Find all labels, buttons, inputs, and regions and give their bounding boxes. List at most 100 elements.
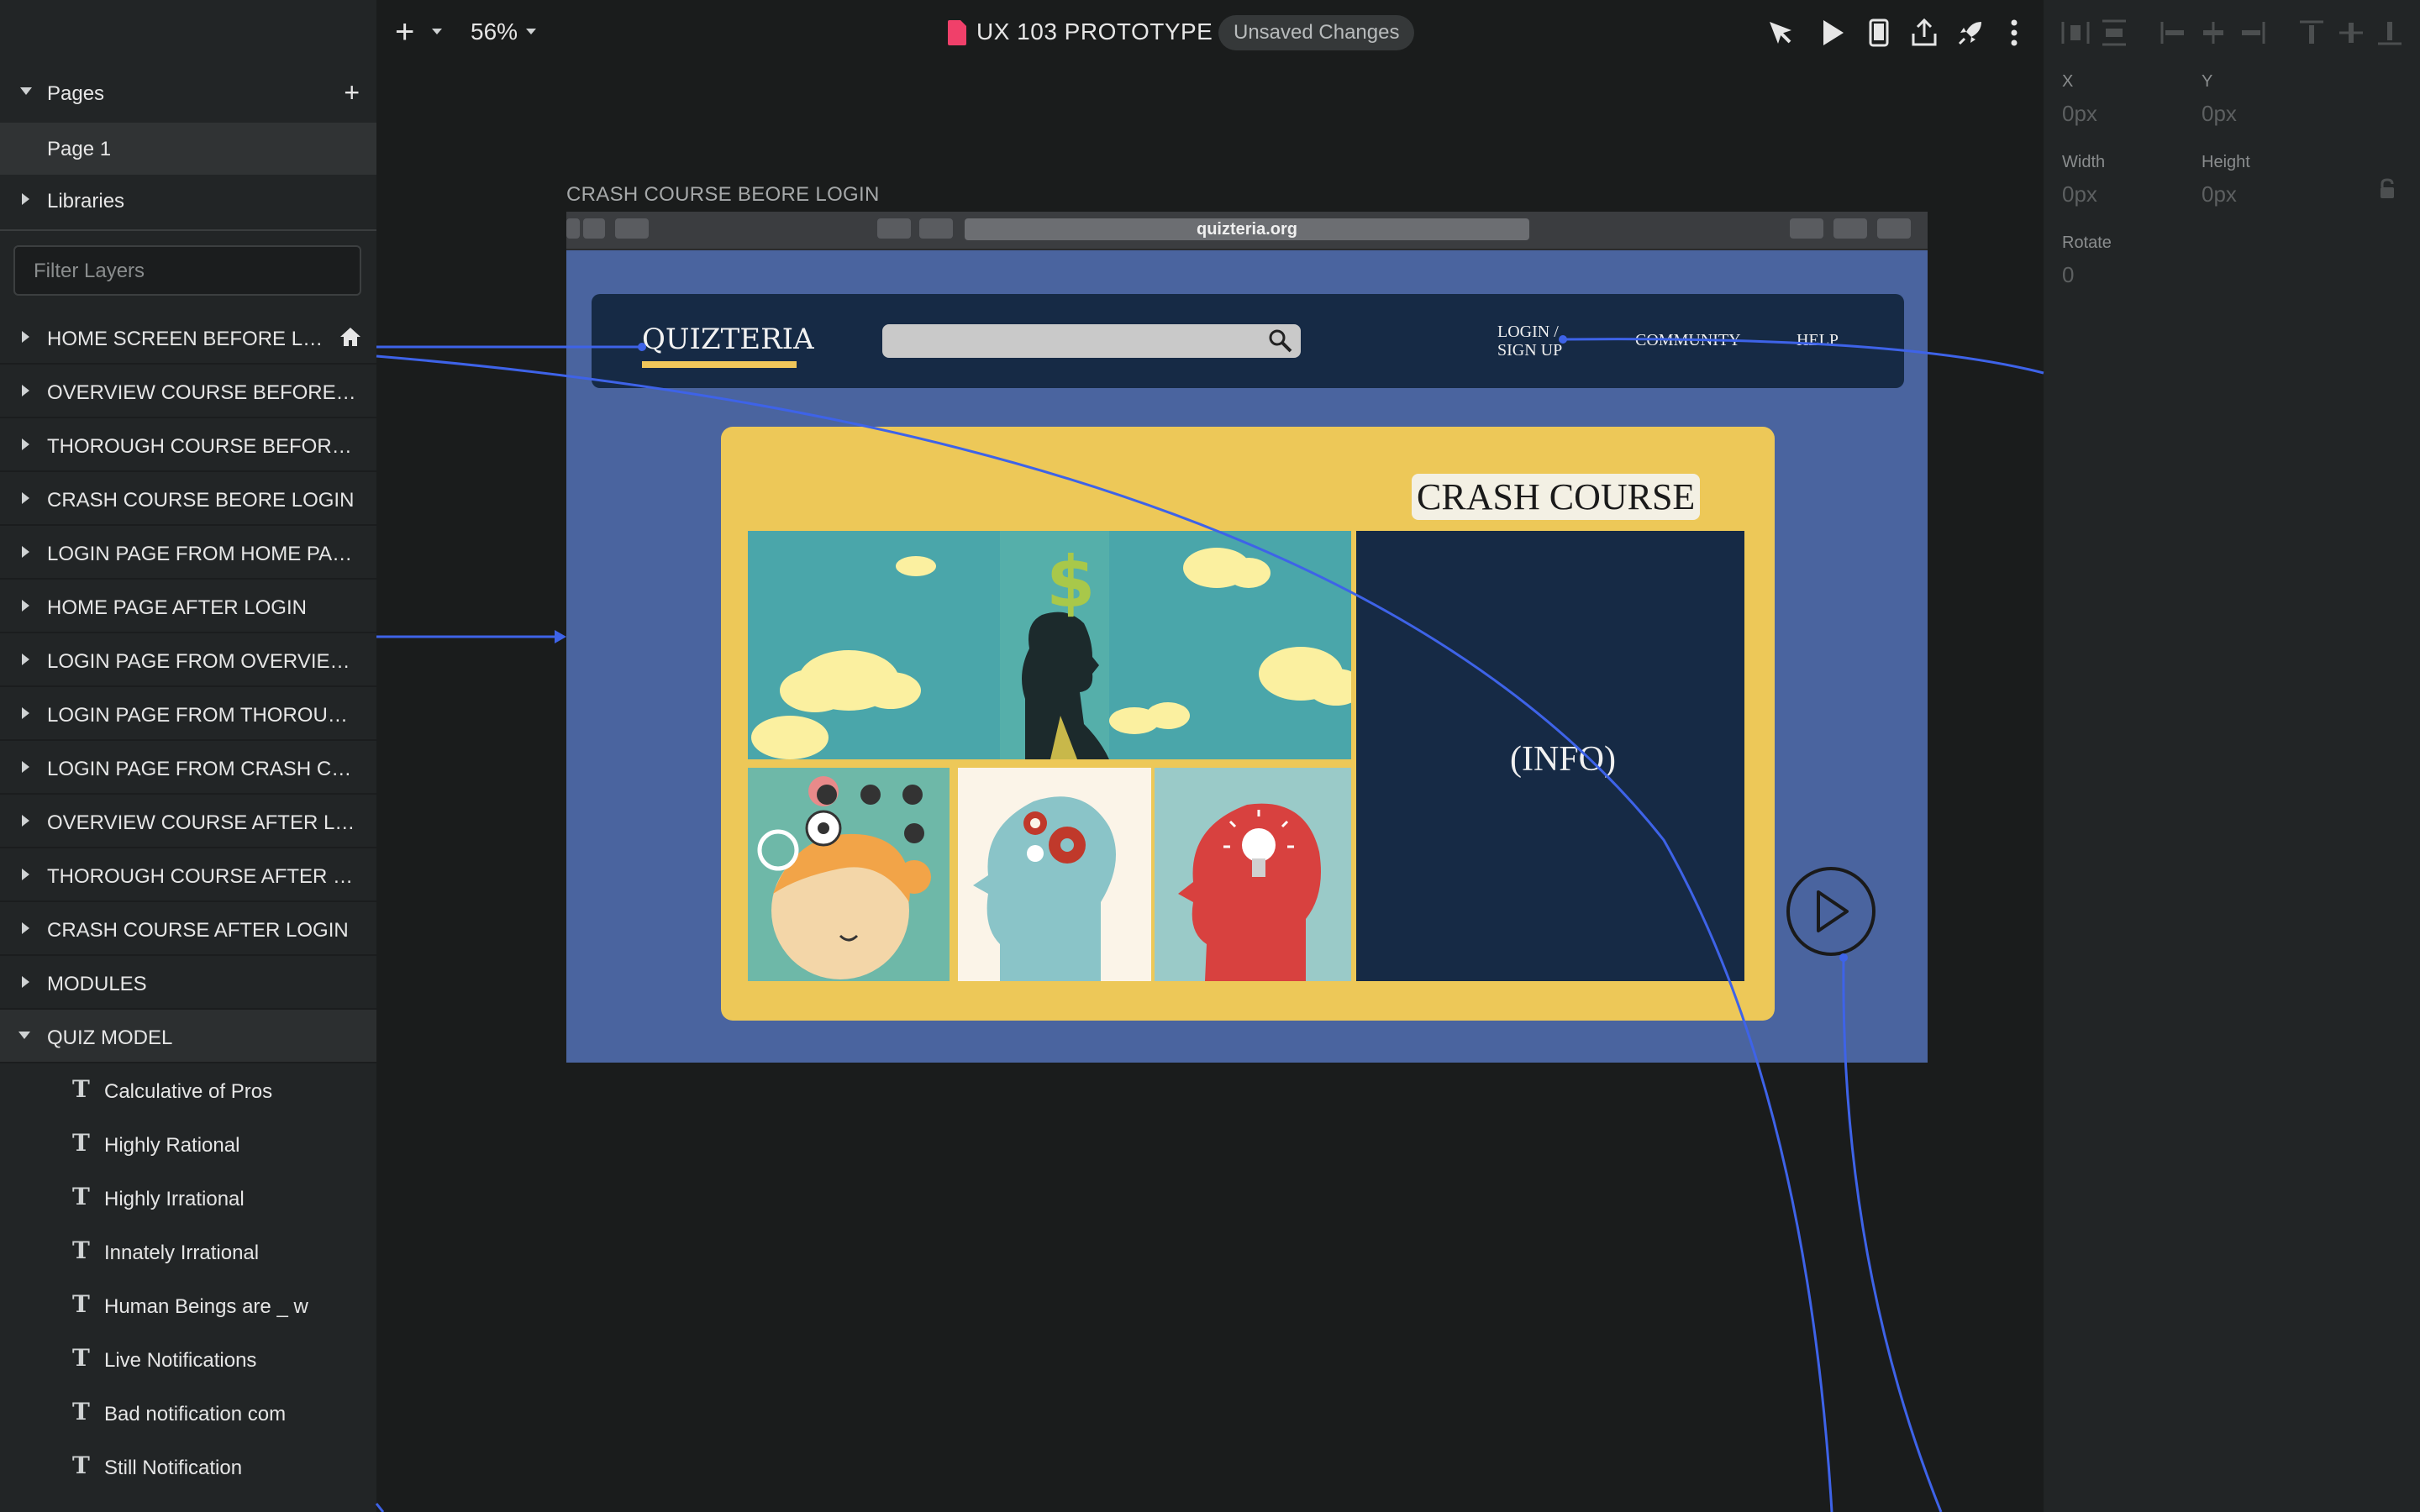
distribute-horizontal-icon[interactable] bbox=[2060, 18, 2091, 47]
artboard[interactable]: quizteria.org QUIZTERIA LOGIN / SIGN UP … bbox=[566, 212, 1928, 1063]
text-layer-label: Highly Irrational bbox=[104, 1188, 245, 1210]
text-layer-item[interactable]: T Highly Irrational bbox=[0, 1171, 376, 1225]
lock-icon[interactable] bbox=[2378, 178, 2396, 200]
layer-item[interactable]: HOME SCREEN BEFORE LOGIN bbox=[0, 311, 376, 365]
text-layer-item[interactable]: T Calculative of Pros bbox=[0, 1063, 376, 1117]
height-input[interactable]: 0px bbox=[2202, 181, 2237, 207]
share-upload-icon[interactable] bbox=[1911, 18, 1938, 47]
layer-label: QUIZ MODEL bbox=[47, 1026, 173, 1049]
align-right-icon[interactable] bbox=[2237, 18, 2267, 47]
text-layer-item[interactable]: T Live Notifications bbox=[0, 1332, 376, 1386]
layer-item[interactable]: LOGIN PAGE FROM CRASH COURSE bbox=[0, 741, 376, 795]
site-search-bar[interactable] bbox=[882, 324, 1301, 358]
text-layer-label: Bad notification com bbox=[104, 1403, 287, 1425]
add-page-button[interactable]: + bbox=[344, 79, 360, 106]
site-logo[interactable]: QUIZTERIA bbox=[642, 323, 814, 356]
layer-item[interactable]: LOGIN PAGE FROM HOME PAGE bbox=[0, 526, 376, 580]
expand-caret-icon[interactable] bbox=[22, 600, 30, 612]
cursor-arrow-icon[interactable] bbox=[1766, 18, 1795, 47]
text-layer-icon: T bbox=[72, 1290, 90, 1318]
pages-section-header[interactable]: Pages + bbox=[0, 72, 376, 114]
more-options-icon[interactable] bbox=[2010, 18, 2018, 47]
text-layer-item[interactable]: T Highly Rational bbox=[0, 1117, 376, 1171]
logo-underline bbox=[642, 361, 797, 368]
text-layer-label: Calculative of Pros bbox=[104, 1080, 273, 1103]
layer-item[interactable]: LOGIN PAGE FROM THOROUGH COURSE bbox=[0, 687, 376, 741]
expand-caret-icon[interactable] bbox=[22, 331, 30, 343]
distribute-vertical-icon[interactable] bbox=[2099, 18, 2129, 47]
y-input[interactable]: 0px bbox=[2202, 101, 2237, 127]
sidebar-toggle-icon bbox=[615, 218, 649, 239]
pages-header-label: Pages bbox=[47, 82, 105, 105]
text-layer-icon: T bbox=[72, 1183, 90, 1210]
expand-caret-icon[interactable] bbox=[22, 492, 30, 504]
expand-caret-icon[interactable] bbox=[22, 385, 30, 396]
align-bottom-icon[interactable] bbox=[2375, 18, 2405, 47]
text-layer-item[interactable]: T Bad notification com bbox=[0, 1386, 376, 1440]
filter-layers-field[interactable] bbox=[13, 245, 361, 296]
login-link-line2: SIGN UP bbox=[1497, 341, 1563, 360]
text-layer-item[interactable]: T Human Beings are _ w bbox=[0, 1278, 376, 1332]
text-layer-item[interactable]: T Innately Irrational bbox=[0, 1225, 376, 1278]
rocket-publish-icon[interactable] bbox=[1956, 18, 1985, 47]
layer-item[interactable]: LOGIN PAGE FROM OVERVIEW COURSE bbox=[0, 633, 376, 687]
libraries-section[interactable]: Libraries bbox=[0, 178, 376, 225]
layer-item[interactable]: OVERVIEW COURSE AFTER LOGIN bbox=[0, 795, 376, 848]
expand-caret-icon[interactable] bbox=[22, 654, 30, 665]
add-element-button[interactable]: + bbox=[395, 15, 414, 49]
width-input[interactable]: 0px bbox=[2062, 181, 2097, 207]
extension-icon bbox=[919, 218, 953, 239]
crash-course-card: CRASH COURSE $ (INFO) bbox=[721, 427, 1775, 1021]
text-layer-label: Innately Irrational bbox=[104, 1242, 260, 1264]
save-status-badge: Unsaved Changes bbox=[1218, 15, 1415, 50]
zoom-level[interactable]: 56% bbox=[471, 18, 518, 45]
play-video-button[interactable] bbox=[1786, 867, 1876, 956]
align-center-icon[interactable] bbox=[2198, 18, 2228, 47]
expand-caret-icon[interactable] bbox=[22, 869, 30, 880]
layer-item[interactable]: MODULES bbox=[0, 956, 376, 1010]
expand-caret-icon[interactable] bbox=[22, 546, 30, 558]
layer-label: LOGIN PAGE FROM HOME PAGE bbox=[47, 543, 358, 565]
back-button bbox=[566, 218, 580, 239]
login-signup-link[interactable]: LOGIN / SIGN UP bbox=[1497, 323, 1562, 360]
expand-caret-icon[interactable] bbox=[22, 815, 30, 827]
device-preview-icon[interactable] bbox=[1869, 18, 1889, 47]
help-link[interactable]: HELP bbox=[1797, 331, 1839, 349]
expand-caret-icon[interactable] bbox=[22, 707, 30, 719]
expand-caret-icon[interactable] bbox=[22, 976, 30, 988]
layer-item[interactable]: OVERVIEW COURSE BEFORE LOGIN bbox=[0, 365, 376, 418]
expand-caret-icon[interactable] bbox=[22, 922, 30, 934]
filter-layers-input[interactable] bbox=[32, 259, 355, 284]
layer-item[interactable]: CRASH COURSE AFTER LOGIN bbox=[0, 902, 376, 956]
expand-caret-icon[interactable] bbox=[22, 761, 30, 773]
play-icon[interactable] bbox=[1820, 18, 1845, 47]
artboard-title[interactable]: CRASH COURSE BEORE LOGIN bbox=[566, 183, 880, 207]
layer-item[interactable]: CRASH COURSE BEORE LOGIN bbox=[0, 472, 376, 526]
browser-url-bar: quizteria.org bbox=[965, 218, 1529, 240]
info-text: (INFO) bbox=[1510, 740, 1616, 779]
document-title[interactable]: UX 103 PROTOTYPE bbox=[976, 18, 1213, 45]
community-link[interactable]: COMMUNITY bbox=[1635, 331, 1741, 349]
align-middle-icon[interactable] bbox=[2336, 18, 2366, 47]
expand-caret-icon[interactable] bbox=[22, 193, 30, 205]
align-top-icon[interactable] bbox=[2296, 18, 2327, 47]
align-left-icon[interactable] bbox=[2159, 18, 2189, 47]
expand-caret-icon[interactable] bbox=[22, 438, 30, 450]
layer-item-expanded[interactable]: QUIZ MODEL bbox=[0, 1010, 376, 1063]
text-layer-icon: T bbox=[72, 1452, 90, 1479]
collapse-caret-icon[interactable] bbox=[20, 87, 32, 96]
y-label: Y bbox=[2202, 72, 2213, 91]
rotate-input[interactable]: 0 bbox=[2062, 262, 2074, 288]
text-layer-item[interactable]: T Still Notification bbox=[0, 1440, 376, 1494]
layers-sidebar: Pages + Page 1 Libraries HOME SCREEN BEF… bbox=[0, 0, 376, 1512]
student-illustration bbox=[748, 768, 950, 981]
page-item[interactable]: Page 1 bbox=[0, 123, 376, 175]
layer-item[interactable]: HOME PAGE AFTER LOGIN bbox=[0, 580, 376, 633]
layer-item[interactable]: THOROUGH COURSE BEFORE LOGIN bbox=[0, 418, 376, 472]
layer-item[interactable]: THOROUGH COURSE AFTER LOGIN bbox=[0, 848, 376, 902]
collapse-caret-icon[interactable] bbox=[18, 1032, 30, 1040]
x-input[interactable]: 0px bbox=[2062, 101, 2097, 127]
share-icon bbox=[1833, 218, 1867, 239]
chevron-down-icon[interactable] bbox=[526, 29, 536, 35]
chevron-down-icon[interactable] bbox=[432, 29, 442, 35]
